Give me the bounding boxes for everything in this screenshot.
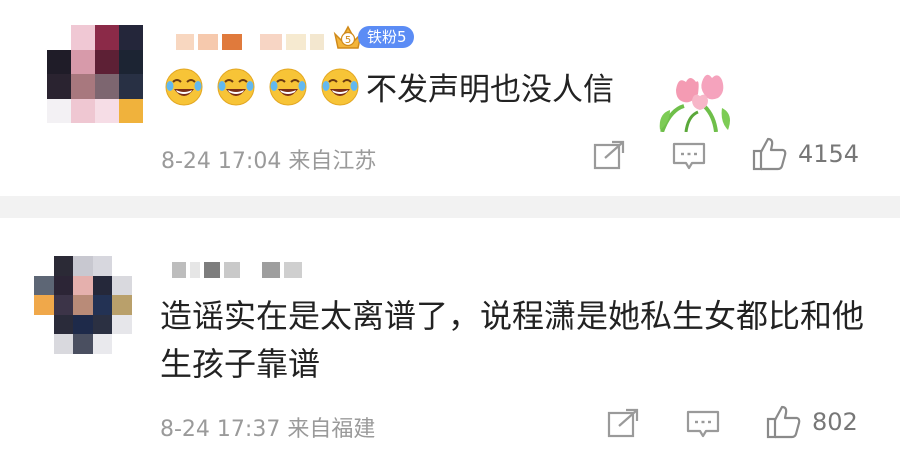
like-button[interactable]: 802	[766, 404, 858, 440]
comment-button[interactable]	[686, 409, 720, 439]
comment-meta: 8-24 17:04 来自江苏	[161, 143, 376, 175]
location: 来自江苏	[288, 149, 377, 174]
divider	[0, 196, 900, 218]
share-icon	[607, 408, 639, 438]
comment-icon	[672, 142, 706, 170]
thumbs-up-icon	[752, 137, 787, 171]
crying-laughing-icon	[165, 68, 203, 105]
timestamp: 8-24 17:37	[160, 417, 281, 442]
svg-text:5: 5	[345, 35, 351, 46]
username[interactable]	[172, 262, 302, 278]
share-icon	[593, 140, 625, 170]
location: 来自福建	[287, 417, 376, 442]
timestamp: 8-24 17:04	[161, 149, 282, 174]
crying-laughing-icon	[217, 68, 255, 105]
badge-label: 铁粉5	[358, 26, 414, 48]
fan-badge[interactable]: 5 铁粉5	[332, 22, 414, 52]
comment-icon	[686, 410, 720, 438]
tulip-sticker-icon	[659, 74, 730, 132]
comment-text: 不发声明也没人信	[366, 72, 614, 108]
comment-button[interactable]	[672, 141, 706, 171]
like-count: 802	[812, 408, 858, 436]
like-button[interactable]: 4154	[752, 136, 859, 172]
crying-laughing-icon	[321, 68, 359, 105]
share-button[interactable]	[593, 140, 625, 170]
comment-text: 造谣实在是太离谱了，说程潇是她私生女都比和他生孩子靠谱	[160, 297, 865, 383]
share-button[interactable]	[607, 408, 639, 438]
comment-meta: 8-24 17:37 来自福建	[160, 411, 375, 443]
like-count: 4154	[798, 140, 860, 168]
avatar[interactable]	[34, 256, 132, 354]
avatar[interactable]	[47, 25, 143, 123]
thumbs-up-icon	[766, 405, 801, 439]
comment-body: 不发声明也没人信	[164, 64, 614, 109]
comment-item: 5 铁粉5 不发声明也没人信 8-24 17:04 来自江苏 4154	[0, 0, 900, 196]
username[interactable]	[176, 34, 324, 50]
crying-laughing-icon	[269, 68, 307, 105]
